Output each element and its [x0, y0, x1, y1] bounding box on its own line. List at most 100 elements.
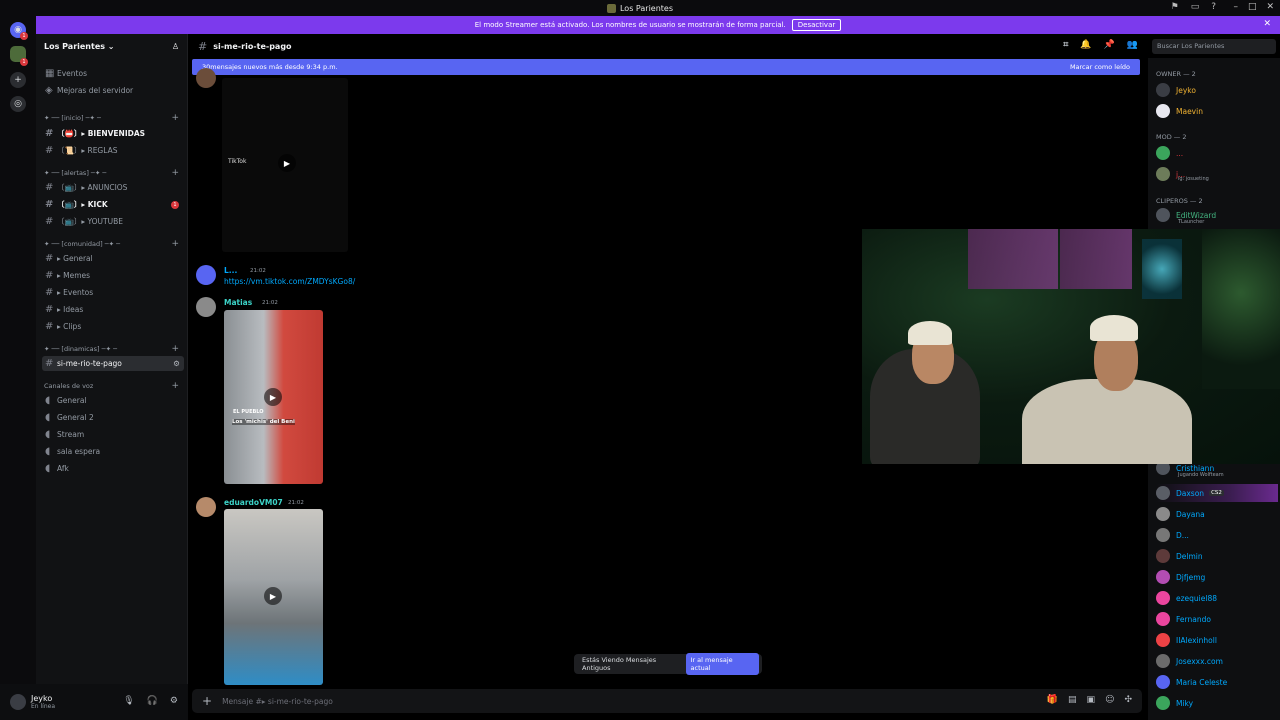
avatar [1156, 675, 1170, 689]
channel-reglas[interactable]: # 〔📜〕▸ REGLAS [42, 143, 184, 158]
channel-bienvenidas[interactable]: # 〔📛〕▸ BIENVENIDAS [42, 126, 184, 141]
bell-icon[interactable]: 🔔 [1080, 40, 1091, 50]
play-icon[interactable]: ▶ [264, 388, 282, 406]
window-title: Los Parientes [619, 3, 674, 13]
gift-icon[interactable]: 🎁 [1047, 695, 1058, 705]
channel-si-me-rio-te-pago[interactable]: # si-me-rio-te-pago ⚙ [42, 356, 184, 371]
channel-clips[interactable]: # ▸ Clips [42, 319, 184, 334]
member-item[interactable]: Josexxx.com [1156, 652, 1223, 670]
minimize-icon[interactable]: – [1233, 2, 1238, 12]
message-link[interactable]: https://vm.tiktok.com/ZMDYsKGo8/ [224, 277, 355, 286]
emoji-icon[interactable]: ☺ [1105, 695, 1114, 705]
member-activity: TLauncher [1178, 219, 1205, 225]
category-inicio[interactable]: ✦ ── [inicio] ─✦ ─ [44, 114, 101, 122]
add-channel-icon[interactable]: + [171, 168, 179, 178]
play-icon[interactable]: ▶ [264, 587, 282, 605]
video-embed[interactable]: ▶ [224, 509, 323, 685]
close-icon[interactable]: ✕ [1263, 19, 1271, 29]
channel-kick[interactable]: # 〔📺〕▸ KICK [42, 197, 184, 212]
jump-to-present-button[interactable]: Ir al mensaje actual [685, 653, 759, 675]
settings-icon[interactable]: ⚙ [173, 359, 180, 368]
avatar[interactable] [196, 497, 216, 517]
member-item[interactable]: Djfjemg [1156, 568, 1205, 586]
channel-eventos[interactable]: # ▸ Eventos [42, 285, 184, 300]
members-icon[interactable]: 👥 [1127, 40, 1138, 50]
add-server-icon[interactable]: + [10, 72, 26, 88]
speaker-icon: ◖ [45, 395, 51, 406]
video-embed[interactable]: TikTok ▶ [222, 78, 348, 252]
pin-icon[interactable]: 📌 [1104, 40, 1115, 50]
explore-icon[interactable]: ◎ [10, 96, 26, 112]
add-channel-icon[interactable]: + [171, 344, 179, 354]
maximize-icon[interactable]: □ [1248, 2, 1257, 12]
title-bar: Los Parientes [0, 0, 1280, 16]
video-caption: Los 'michis' del Beni [232, 419, 295, 425]
avatar[interactable] [10, 694, 26, 710]
add-channel-icon[interactable]: + [171, 113, 179, 123]
server-header[interactable]: Los Parientes ⌄ ♙ [36, 34, 187, 58]
gear-icon[interactable]: ⚙ [170, 696, 178, 706]
member-item[interactable]: ezequiel88 [1156, 589, 1217, 607]
add-attachment-icon[interactable]: + [202, 694, 212, 708]
timestamp: 21:02 [250, 268, 266, 274]
voice-sala-espera[interactable]: ◖ sala espera [42, 444, 184, 459]
events-item[interactable]: ▦ Eventos [42, 66, 184, 81]
threads-icon[interactable]: ⌗ [1063, 40, 1068, 50]
member-item[interactable]: IIAlexinholl [1156, 631, 1217, 649]
member-item[interactable]: Maria Celeste [1156, 673, 1227, 691]
disable-streamer-button[interactable]: Desactivar [791, 19, 842, 31]
inbox-icon[interactable]: ⚑ [1171, 2, 1179, 12]
avatar [1156, 549, 1170, 563]
member-item[interactable]: Maevin [1156, 102, 1203, 120]
speaker-icon: ◖ [45, 412, 51, 423]
channel-general[interactable]: # ▸ General [42, 251, 184, 266]
mic-icon[interactable]: 🎙 [123, 696, 134, 706]
headphones-icon[interactable]: 🎧 [147, 696, 158, 706]
user-status: En línea [31, 703, 56, 710]
author-name[interactable]: L... [224, 266, 237, 275]
author-name[interactable]: eduardoVM07 [224, 498, 283, 507]
avatar[interactable] [196, 297, 216, 317]
avatar[interactable] [196, 265, 216, 285]
message-input[interactable]: Mensaje #▸ si-me-rio-te-pago [222, 697, 333, 706]
member-item[interactable]: Dayana [1156, 505, 1205, 523]
avatar[interactable] [196, 68, 216, 88]
category-voice[interactable]: Canales de voz [44, 382, 93, 390]
invite-icon[interactable]: ♙ [172, 42, 179, 51]
gif-icon[interactable]: ▤ [1068, 695, 1077, 705]
add-channel-icon[interactable]: + [171, 381, 179, 391]
member-item[interactable]: Jeyko [1156, 81, 1196, 99]
member-item[interactable]: Delmin [1156, 547, 1203, 565]
member-item[interactable]: ... [1156, 144, 1183, 162]
member-item[interactable]: Daxson CS2 [1156, 484, 1278, 502]
channel-anuncios[interactable]: # 〔📺〕▸ ANUNCIOS [42, 180, 184, 195]
mark-read-button[interactable]: Marcar como leído [1070, 63, 1130, 71]
member-item[interactable]: Miky [1156, 694, 1193, 712]
voice-afk[interactable]: ◖ Afk [42, 461, 184, 476]
add-channel-icon[interactable]: + [171, 239, 179, 249]
channel-memes[interactable]: # ▸ Memes [42, 268, 184, 283]
voice-general-2[interactable]: ◖ General 2 [42, 410, 184, 425]
category-comunidad[interactable]: ✦ ── [comunidad] ─✦ ─ [44, 240, 120, 248]
message-composer[interactable]: + Mensaje #▸ si-me-rio-te-pago 🎁 ▤ ▣ ☺ ✣ [192, 689, 1142, 713]
member-item[interactable]: Fernando [1156, 610, 1211, 628]
channel-youtube[interactable]: # 〔📺〕▸ YOUTUBE [42, 214, 184, 229]
apps-icon[interactable]: ✣ [1124, 695, 1132, 705]
boosts-item[interactable]: ◈ Mejoras del servidor [42, 83, 184, 98]
video-embed[interactable]: EL PUEBLO Los 'michis' del Beni ▶ [224, 310, 323, 484]
play-icon[interactable]: ▶ [278, 154, 296, 172]
member-item[interactable]: D... [1156, 526, 1189, 544]
voice-stream[interactable]: ◖ Stream [42, 427, 184, 442]
channel-ideas[interactable]: # ▸ Ideas [42, 302, 184, 317]
voice-general[interactable]: ◖ General [42, 393, 184, 408]
sticker-icon[interactable]: ▣ [1087, 695, 1096, 705]
close-window-icon[interactable]: ✕ [1266, 2, 1274, 12]
category-dinamicas[interactable]: ✦ ── [dinamicas] ─✦ ─ [44, 345, 117, 353]
new-messages-bar[interactable]: 30mensajes nuevos más desde 9:34 p.m. Ma… [192, 59, 1140, 75]
author-name[interactable]: Matias [224, 298, 252, 307]
search-input[interactable]: Buscar Los Parientes [1152, 39, 1276, 54]
member-activity: ig: josueting [1178, 176, 1209, 182]
screen-icon[interactable]: ▭ [1191, 2, 1200, 12]
help-icon[interactable]: ? [1211, 2, 1216, 12]
category-alertas[interactable]: ✦ ── [alertas] ─✦ ─ [44, 169, 106, 177]
